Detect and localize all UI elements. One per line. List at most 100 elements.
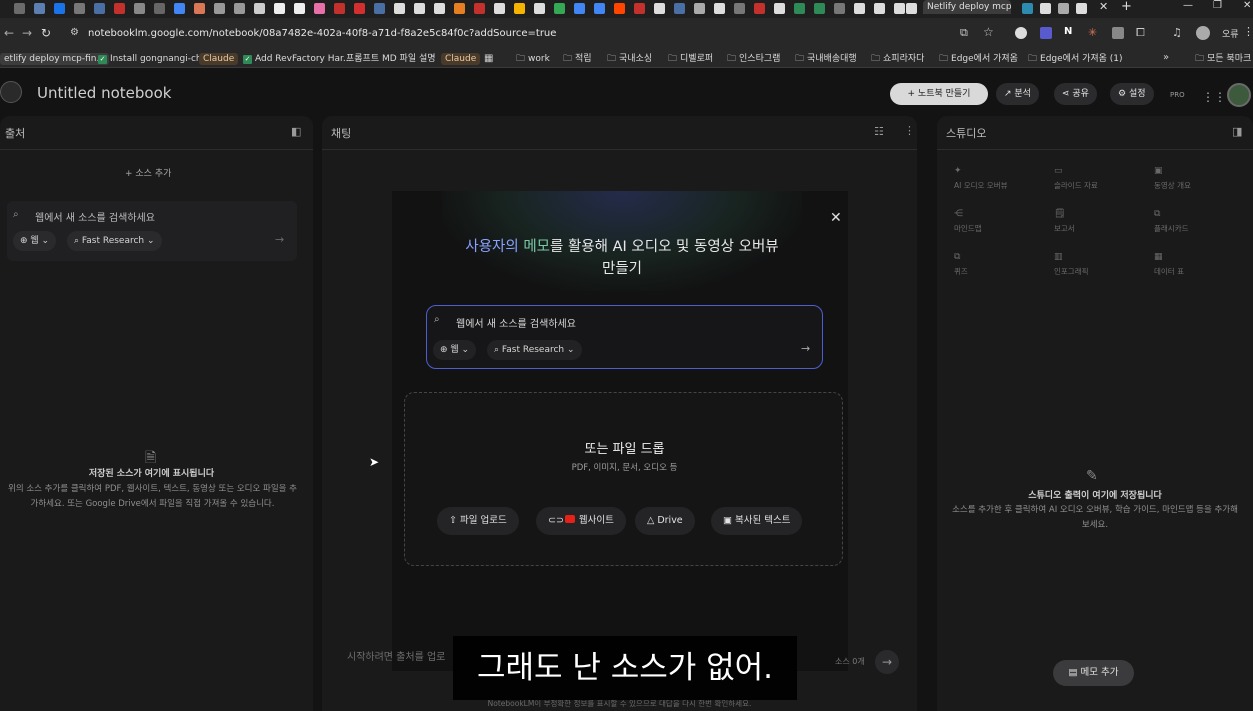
analytics-button[interactable]: ↗ 분석 [996,83,1039,105]
back-icon[interactable]: ← [4,26,14,40]
extension-icon[interactable] [1112,27,1124,39]
tab-favicon[interactable] [774,3,785,14]
close-icon[interactable]: ✕ [830,210,842,226]
profile-error-label[interactable]: 오류 [1222,27,1239,40]
apps-grid-icon[interactable]: ▦ [484,53,493,64]
extension-icon[interactable] [1015,27,1027,39]
tab-favicon[interactable] [334,3,345,14]
tab-favicon[interactable] [434,3,445,14]
more-bookmarks-icon[interactable]: » [1163,52,1169,63]
extension-icon[interactable] [1040,27,1052,39]
bookmark-item[interactable]: Claude [199,53,239,65]
bookmark-folder[interactable]: 적립 [563,53,592,65]
tab-favicon[interactable] [314,3,325,14]
drive-button[interactable]: △ Drive [635,507,695,535]
upload-file-button[interactable]: ⇧ 파일 업로드 [437,507,519,535]
studio-tool-infographic[interactable]: ▥ 인포그래픽 [1054,252,1154,277]
tab-favicon[interactable] [574,3,585,14]
tab-favicon[interactable] [514,3,525,14]
tab-favicon[interactable] [854,3,865,14]
submit-arrow-icon[interactable]: → [801,342,810,355]
tab-favicon[interactable] [1058,3,1069,14]
tab-favicon[interactable] [894,3,905,14]
tab-favicon[interactable] [174,3,185,14]
bookmark-folder[interactable]: Edge에서 가져옴 (1) [1028,53,1123,65]
collapse-panel-icon[interactable]: ◧ [291,125,301,138]
extensions-puzzle-icon[interactable]: ⧠ [1136,26,1145,40]
bookmark-item[interactable]: etlify deploy mcp-fin... [0,53,110,65]
tab-favicon[interactable] [494,3,505,14]
site-info-icon[interactable]: ⚙ [70,27,79,38]
studio-tool-flashcards[interactable]: ⧉ 플래시카드 [1154,209,1253,234]
tab-favicon[interactable] [114,3,125,14]
tab-favicon[interactable] [814,3,825,14]
window-close-icon[interactable]: ✕ [1243,0,1251,11]
tab-favicon[interactable] [454,3,465,14]
tab-favicon[interactable] [674,3,685,14]
tab-favicon[interactable] [134,3,145,14]
tab-favicon[interactable] [374,3,385,14]
paste-text-button[interactable]: ▣ 복사된 텍스트 [711,507,803,535]
new-tab-icon[interactable]: + [1121,0,1132,14]
bookmark-folder[interactable]: Edge에서 가져옴 [939,53,1018,65]
studio-tool-quiz[interactable]: ⧉ 퀴즈 [954,252,1054,277]
tab-favicon[interactable] [634,3,645,14]
tab-favicon[interactable] [654,3,665,14]
tab-favicon[interactable] [394,3,405,14]
tab-favicon[interactable] [694,3,705,14]
tab-favicon[interactable] [54,3,65,14]
minimize-icon[interactable]: — [1183,0,1193,11]
close-tab-icon[interactable]: ✕ [1099,0,1108,13]
source-search-input[interactable]: 웹에서 새 소스를 검색하세요 [35,209,155,224]
studio-tool-audio-overview[interactable]: ✦ AI 오디오 오버뷰 [954,166,1054,191]
tab-favicon[interactable] [414,3,425,14]
tab-favicon[interactable] [554,3,565,14]
studio-tool-data-table[interactable]: ▦ 데이터 표 [1154,252,1253,277]
tab-favicon[interactable] [714,3,725,14]
studio-tool-report[interactable]: 🗒 보고서 [1054,209,1154,234]
share-button[interactable]: ⋖ 공유 [1054,83,1097,105]
send-button[interactable]: → [875,650,899,674]
bookmark-item[interactable]: Add RevFactory Har... [243,53,351,65]
tab-favicon[interactable] [834,3,845,14]
bookmark-folder[interactable]: 인스타그램 [727,53,780,65]
browser-menu-icon[interactable]: ⋮ [1243,25,1253,38]
notebook-title[interactable]: Untitled notebook [37,84,171,102]
bookmark-item[interactable]: 프롬프트 MD 파일 설명 [346,53,436,65]
reload-icon[interactable]: ↻ [41,26,51,40]
website-button[interactable]: ⊂⊃ 웹사이트 [536,507,626,535]
tab-favicon[interactable] [194,3,205,14]
tab-favicon[interactable] [254,3,265,14]
avatar[interactable] [1227,83,1251,107]
bookmark-folder[interactable]: 국내배송대행 [795,53,857,65]
tab-favicon[interactable] [1076,3,1087,14]
tab-favicon[interactable] [906,3,917,14]
more-vert-icon[interactable]: ⋮ [904,124,915,137]
chat-input[interactable]: 시작하려면 출처를 업로 [347,648,445,663]
studio-tool-slides[interactable]: ▭ 슬라이드 자료 [1054,166,1154,191]
research-mode-dropdown[interactable]: ⌕ Fast Research ⌄ [67,231,162,251]
tab-favicon[interactable] [354,3,365,14]
add-source-button[interactable]: + 소스 추가 [125,166,171,179]
create-notebook-button[interactable]: + 노트북 만들기 [890,83,988,105]
collapse-panel-icon[interactable]: ◨ [1232,125,1242,138]
tab-favicon[interactable] [534,3,545,14]
profile-icon[interactable] [1196,26,1210,40]
bookmark-star-icon[interactable]: ☆ [983,25,994,39]
tab-favicon[interactable] [594,3,605,14]
restore-icon[interactable]: ❐ [1213,0,1222,11]
bookmark-item[interactable]: Install gongnangi-ch... [98,53,210,65]
install-app-icon[interactable]: ⧉ [960,26,968,40]
tab-favicon[interactable] [74,3,85,14]
tab-favicon[interactable] [754,3,765,14]
research-mode-dropdown[interactable]: ⌕ Fast Research ⌄ [487,340,582,360]
tab-favicon[interactable] [614,3,625,14]
tab-favicon[interactable] [474,3,485,14]
studio-tool-mindmap[interactable]: ⋲ 마인드맵 [954,209,1054,234]
bookmark-folder[interactable]: 쇼피라자다 [871,53,924,65]
bookmark-item[interactable]: Claude [441,53,481,65]
tab-favicon[interactable] [94,3,105,14]
bookmark-folder[interactable]: work [516,53,550,65]
tab-favicon[interactable] [874,3,885,14]
web-dropdown[interactable]: ⊕ 웹 ⌄ [433,340,477,360]
